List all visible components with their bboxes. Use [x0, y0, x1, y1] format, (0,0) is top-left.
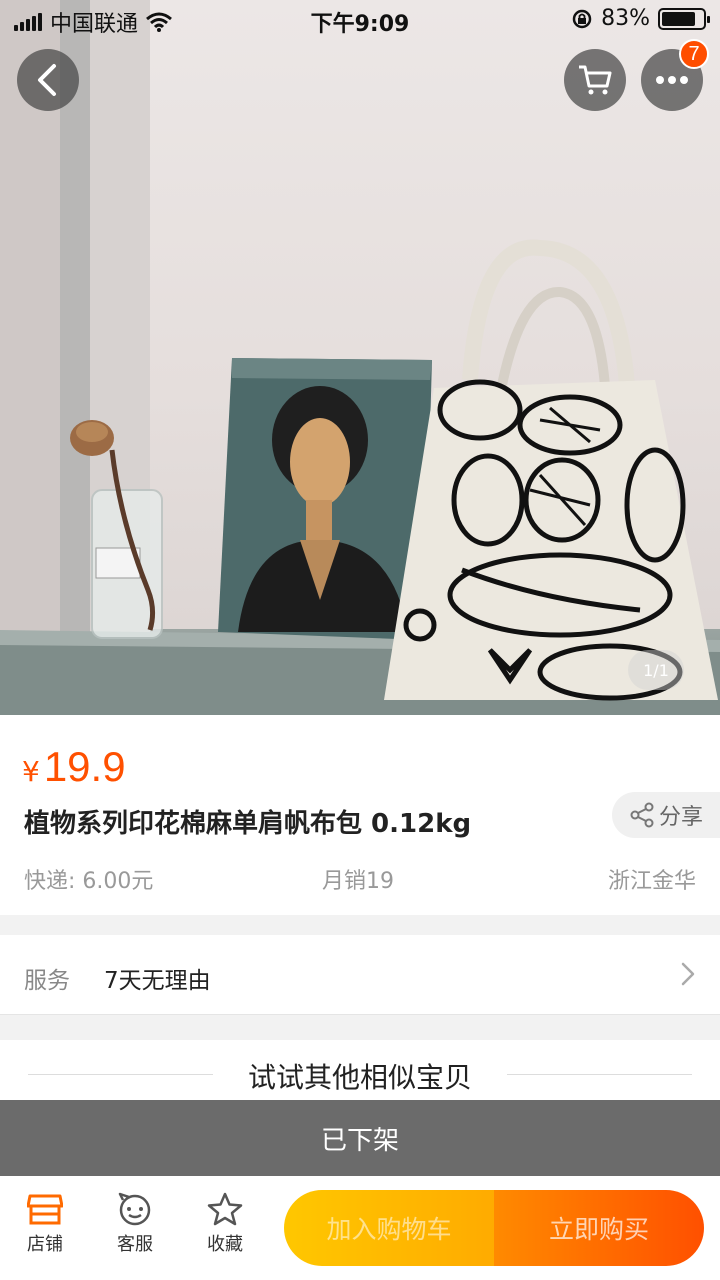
- product-title: 植物系列印花棉麻单肩帆布包 0.12kg: [24, 809, 472, 839]
- bottom-action-bar: 店铺 客服 收藏 加入购物车 立即购买: [0, 1176, 720, 1280]
- off-shelf-banner: 已下架: [0, 1100, 720, 1176]
- rotation-lock-icon: [572, 9, 592, 28]
- shop-icon: [27, 1194, 63, 1225]
- share-button[interactable]: 分享: [612, 792, 720, 838]
- more-dots-icon: [656, 76, 688, 84]
- customer-service-icon: [118, 1192, 151, 1226]
- favorite-tab[interactable]: 收藏: [190, 1192, 260, 1256]
- price-value: 19.9: [43, 743, 126, 790]
- product-image[interactable]: 中国联通 下午9:09 83% 7 1/1: [0, 0, 720, 715]
- add-to-cart-button[interactable]: 加入购物车: [284, 1190, 494, 1266]
- shop-tab[interactable]: 店铺: [10, 1192, 80, 1256]
- cart-icon: [579, 65, 612, 95]
- message-badge: 7: [679, 39, 709, 69]
- divider-right: [507, 1074, 692, 1075]
- favorite-label: 收藏: [207, 1234, 243, 1255]
- similar-items-title: 试试其他相似宝贝: [247, 1061, 472, 1094]
- battery-icon: [658, 7, 710, 30]
- status-bar: 中国联通 下午9:09 83%: [0, 0, 720, 40]
- share-icon: [630, 802, 654, 828]
- shop-label: 店铺: [27, 1234, 63, 1255]
- currency-symbol: ¥: [22, 755, 40, 788]
- service-value: 7天无理由: [104, 968, 211, 994]
- star-icon: [207, 1192, 243, 1226]
- back-button[interactable]: [17, 49, 79, 111]
- ship-location: 浙江金华: [607, 869, 696, 894]
- battery-level: [662, 11, 695, 26]
- battery-percent: 83%: [601, 6, 650, 31]
- customer-service-label: 客服: [117, 1234, 153, 1255]
- price: ¥ 19.9: [22, 743, 126, 791]
- similar-items-section: 试试其他相似宝贝: [0, 1040, 720, 1102]
- share-label: 分享: [658, 805, 703, 830]
- product-photo: [0, 0, 720, 715]
- shipping-fee: 快递: 6.00元: [24, 869, 154, 894]
- chevron-right-icon: [681, 962, 695, 986]
- cart-button[interactable]: [564, 49, 626, 111]
- chevron-left-icon: [38, 64, 56, 96]
- buy-now-button[interactable]: 立即购买: [494, 1190, 704, 1266]
- more-button[interactable]: 7: [641, 39, 709, 111]
- product-info: ¥ 19.9 植物系列印花棉麻单肩帆布包 0.12kg 分享 快递: 6.00元…: [0, 715, 720, 915]
- service-row[interactable]: 服务 7天无理由: [0, 935, 720, 1015]
- service-label: 服务: [24, 968, 70, 994]
- image-counter: 1/1: [628, 650, 684, 690]
- customer-service-tab[interactable]: 客服: [100, 1192, 170, 1256]
- monthly-sales: 月销19: [322, 869, 394, 894]
